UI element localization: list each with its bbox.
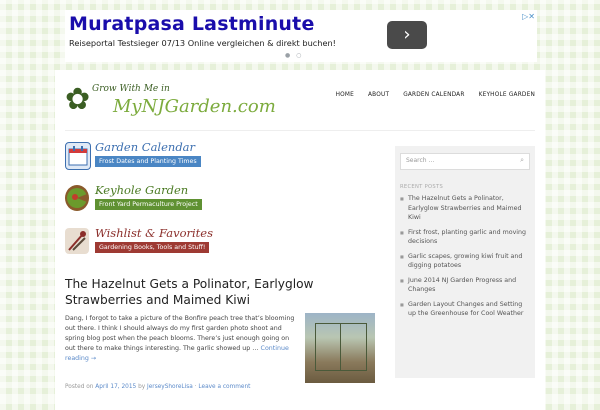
leave-comment-link[interactable]: Leave a comment: [198, 384, 250, 390]
keyhole-garden-icon: [65, 185, 89, 211]
nav-garden-calendar[interactable]: GARDEN CALENDAR: [403, 92, 464, 98]
page-content: ✿ Grow With Me in MyNJGarden.com HOME AB…: [55, 70, 545, 410]
list-item[interactable]: Garden Layout Changes and Setting up the…: [400, 300, 530, 319]
recent-post-link[interactable]: Garden Layout Changes and Setting up the…: [408, 300, 530, 319]
ad-subtitle[interactable]: Reiseportal Testsieger 07/13 Online verg…: [69, 38, 336, 48]
recent-post-link[interactable]: Garlic scapes, growing kiwi fruit and di…: [408, 252, 530, 271]
feature-title: Garden Calendar: [95, 140, 196, 154]
list-item[interactable]: June 2014 NJ Garden Progress and Changes: [400, 276, 530, 295]
post-title[interactable]: The Hazelnut Gets a Polinator, Earlyglow…: [65, 276, 315, 308]
adchoices-icon[interactable]: ▷✕: [522, 12, 535, 21]
recent-post-link[interactable]: First frost, planting garlic and moving …: [408, 228, 530, 247]
logo-title: MyNJGarden.com: [113, 96, 276, 117]
nav-divider: [65, 130, 535, 131]
feature-title: Keyhole Garden: [95, 183, 189, 197]
feature-subtitle: Gardening Books, Tools and Stuff!: [95, 242, 210, 253]
feature-subtitle: Front Yard Permaculture Project: [95, 199, 202, 210]
post-date-link[interactable]: April 17, 2015: [95, 384, 136, 390]
feature-subtitle: Frost Dates and Planting Times: [95, 156, 201, 167]
post-excerpt: Dang, I forgot to take a picture of the …: [65, 314, 297, 364]
list-item[interactable]: The Hazelnut Gets a Polinator, Earlyglow…: [400, 194, 530, 223]
tools-icon: [65, 228, 89, 254]
nav-home[interactable]: HOME: [336, 92, 354, 98]
recent-posts-heading: RECENT POSTS: [400, 184, 444, 190]
site-logo[interactable]: ✿ Grow With Me in MyNJGarden.com: [65, 82, 276, 122]
post-meta: Posted on April 17, 2015 by JerseyShoreL…: [65, 384, 251, 390]
ad-carousel-dots[interactable]: ● ○: [285, 52, 303, 59]
list-item[interactable]: First frost, planting garlic and moving …: [400, 228, 530, 247]
feature-title: Wishlist & Favorites: [95, 226, 214, 240]
feature-keyhole-garden[interactable]: Keyhole Garden Front Yard Permaculture P…: [65, 183, 215, 215]
search-input[interactable]: Search … ⌕: [400, 153, 530, 170]
posted-on-label: Posted on: [65, 384, 94, 390]
list-item[interactable]: Garlic scapes, growing kiwi fruit and di…: [400, 252, 530, 271]
sidebar: Search … ⌕ RECENT POSTS The Hazelnut Get…: [395, 146, 535, 378]
calendar-icon: [65, 142, 91, 170]
post-author-link[interactable]: JerseyShoreLisa: [147, 384, 193, 390]
recent-posts-list: The Hazelnut Gets a Polinator, Earlyglow…: [400, 194, 530, 324]
post-thumbnail[interactable]: [305, 313, 375, 383]
feature-wishlist[interactable]: Wishlist & Favorites Gardening Books, To…: [65, 226, 215, 258]
ad-arrow-button[interactable]: ›: [387, 21, 427, 49]
recent-post-link[interactable]: The Hazelnut Gets a Polinator, Earlyglow…: [408, 194, 530, 223]
by-label: by: [138, 384, 146, 390]
feature-garden-calendar[interactable]: Garden Calendar Frost Dates and Planting…: [65, 140, 215, 172]
flower-icon: ✿: [65, 82, 91, 117]
recent-post-link[interactable]: June 2014 NJ Garden Progress and Changes: [408, 276, 530, 295]
main-nav: HOME ABOUT GARDEN CALENDAR KEYHOLE GARDE…: [336, 92, 535, 98]
nav-keyhole-garden[interactable]: KEYHOLE GARDEN: [479, 92, 535, 98]
search-placeholder: Search …: [406, 157, 435, 164]
greenhouse-frame: [315, 323, 367, 371]
nav-about[interactable]: ABOUT: [368, 92, 389, 98]
ad-banner[interactable]: Muratpasa Lastminute Reiseportal Testsie…: [65, 10, 537, 62]
search-icon[interactable]: ⌕: [520, 156, 524, 165]
ad-title[interactable]: Muratpasa Lastminute: [69, 13, 315, 35]
logo-tagline: Grow With Me in: [92, 84, 170, 94]
